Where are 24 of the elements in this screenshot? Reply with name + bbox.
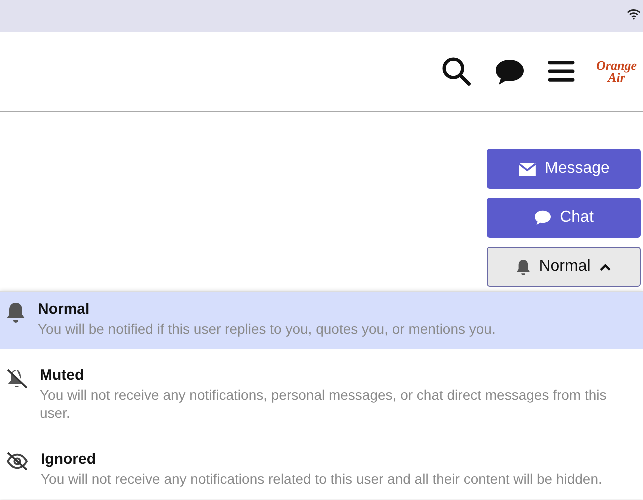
action-button[interactable]: Normal xyxy=(487,247,641,287)
item-description: You will be notified if this user replies to you, quotes you, or mentions you. xyxy=(38,320,496,338)
action-button[interactable]: Chat xyxy=(487,198,641,238)
item-description: You will not receive any notifications related to this user and all their content will be hidden. xyxy=(41,470,602,488)
caret-icon xyxy=(598,262,612,272)
item-description: You will not receive any notifications, personal messages, or chat direct messages from this user. xyxy=(40,386,608,422)
item-title: Muted xyxy=(40,367,86,384)
bell-icon xyxy=(6,302,26,324)
item-title: Ignored xyxy=(41,451,97,468)
wifi-icon xyxy=(627,8,641,20)
menu-item[interactable]: Muted You will not receive any notifications, personal messages, or chat direct messages from this user. xyxy=(0,349,643,433)
site-logo[interactable]: Orange Air xyxy=(596,60,637,84)
envelope-icon xyxy=(518,162,538,176)
hidden-eye-icon xyxy=(6,452,29,471)
action-button[interactable]: Message xyxy=(487,149,641,189)
bell-icon xyxy=(516,258,532,276)
search-icon[interactable] xyxy=(440,56,472,87)
muted-bell-icon xyxy=(6,368,28,390)
menu-item[interactable]: Normal You will be notified if this user replies to you, quotes you, or mentions you. xyxy=(0,292,643,349)
chat-icon[interactable] xyxy=(494,58,526,86)
menu-item[interactable]: Ignored You will not receive any notifications related to this user and all their content will be hidden. xyxy=(0,433,643,499)
item-title: Normal xyxy=(38,301,91,318)
chat-icon xyxy=(534,210,552,226)
menu-icon[interactable] xyxy=(548,60,575,83)
